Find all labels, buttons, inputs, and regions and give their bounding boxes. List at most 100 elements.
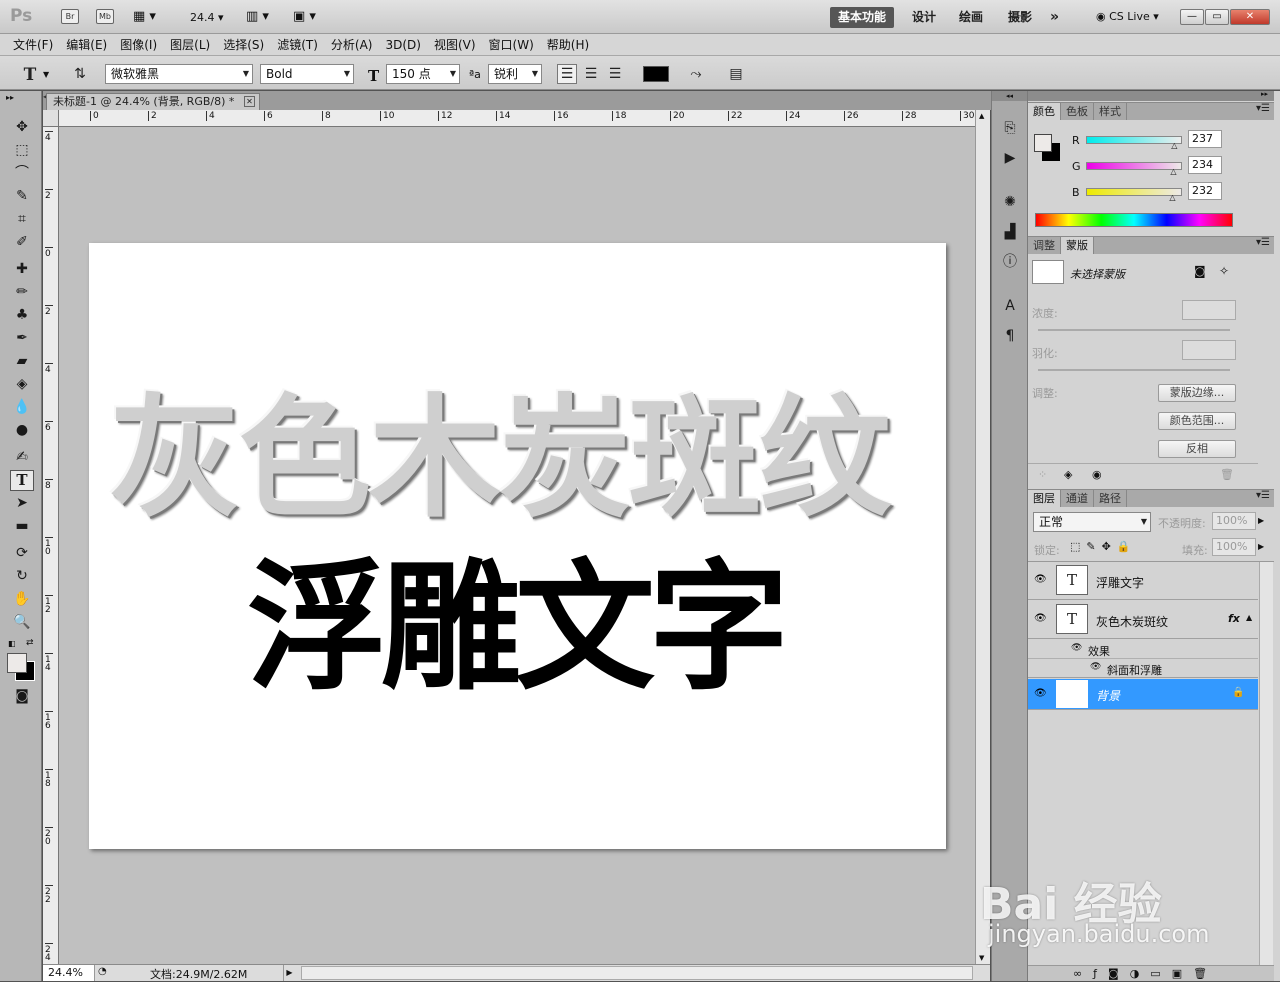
pasteboard[interactable]: 灰色木炭斑纹 浮雕文字	[59, 127, 975, 964]
document-canvas[interactable]: 灰色木炭斑纹 浮雕文字	[89, 243, 946, 849]
workspace-photography[interactable]: 摄影	[1000, 7, 1040, 28]
eyedropper-tool-icon[interactable]: ✐	[10, 232, 34, 253]
workspace-painting[interactable]: 绘画	[951, 7, 991, 28]
cs-live-button[interactable]: ◉ CS Live ▾	[1096, 10, 1159, 23]
horizontal-scrollbar[interactable]	[301, 966, 973, 980]
default-colors-icon[interactable]: ◧	[8, 639, 16, 648]
feather-slider[interactable]	[1038, 369, 1230, 371]
expand-effects-icon[interactable]: ▲	[1246, 613, 1252, 622]
mask-panel-menu-icon[interactable]: ▾☰	[1256, 237, 1270, 248]
hand-tool-icon[interactable]: ✋	[10, 589, 34, 610]
marquee-tool-icon[interactable]: ⬚	[10, 140, 34, 161]
fill-input[interactable]: 100%	[1212, 538, 1256, 556]
tab-masks[interactable]: 蒙版	[1061, 237, 1094, 254]
paint-bucket-tool-icon[interactable]: ◈	[10, 374, 34, 395]
layers-footer-icons[interactable]: ∞ƒ◙◑▭▣🗑	[1028, 965, 1274, 981]
tool-preset-picker[interactable]: T	[20, 64, 40, 85]
blur-tool-icon[interactable]: 💧	[10, 397, 34, 418]
pen-tool-icon[interactable]: ✍	[10, 447, 34, 468]
layer-name[interactable]: 背景	[1096, 687, 1120, 704]
layer-name[interactable]: 浮雕文字	[1096, 574, 1144, 591]
tab-adjustments[interactable]: 调整	[1028, 237, 1061, 254]
menu-layer[interactable]: 图层(L)	[170, 36, 210, 53]
toolbox-collapse-icon[interactable]: ▸▸	[6, 93, 14, 102]
opacity-input[interactable]: 100%	[1212, 512, 1256, 530]
eraser-tool-icon[interactable]: ▰	[10, 351, 34, 372]
g-slider[interactable]: △	[1086, 162, 1182, 176]
swap-colors-icon[interactable]: ⇄	[26, 638, 34, 648]
arrange-documents-icon[interactable]: ▥ ▾	[246, 9, 269, 24]
layers-panel-menu-icon[interactable]: ▾☰	[1256, 490, 1270, 501]
zoom-level[interactable]: 24.4 ▾	[190, 11, 224, 24]
clone-stamp-tool-icon[interactable]: ♣	[10, 305, 34, 326]
font-size-select[interactable]: 150 点	[386, 64, 460, 84]
menu-help[interactable]: 帮助(H)	[547, 36, 589, 53]
close-document-icon[interactable]: ✕	[244, 96, 255, 107]
status-zoom[interactable]: 24.4%	[43, 965, 95, 981]
g-value-input[interactable]: 234	[1188, 156, 1222, 174]
tab-channels[interactable]: 通道	[1061, 490, 1094, 507]
tab-styles[interactable]: 样式	[1094, 103, 1127, 120]
menu-view[interactable]: 视图(V)	[434, 36, 476, 53]
tab-paths[interactable]: 路径	[1094, 490, 1127, 507]
text-orientation-icon[interactable]: ⇅	[70, 64, 90, 84]
close-button[interactable]: ✕	[1230, 9, 1270, 25]
quick-mask-icon[interactable]: ◙	[10, 686, 34, 707]
opacity-slider-arrow-icon[interactable]: ▶	[1258, 516, 1264, 525]
tab-layers[interactable]: 图层	[1028, 490, 1061, 507]
path-selection-tool-icon[interactable]: ➤	[10, 493, 34, 514]
layer-effects-badge[interactable]: fx	[1228, 612, 1240, 625]
3d-orbit-tool-icon[interactable]: ↻	[10, 566, 34, 587]
workspace-design[interactable]: 设计	[904, 7, 944, 28]
mini-bridge-button[interactable]: Mb	[96, 9, 114, 24]
delete-mask-icon[interactable]: 🗑	[1220, 468, 1234, 481]
restore-button[interactable]: ▭	[1205, 9, 1229, 25]
view-extras-icon[interactable]: ▦ ▾	[133, 9, 156, 24]
effects-visibility-eye-icon[interactable]: 👁	[1071, 643, 1082, 653]
document-tab[interactable]: 未标题-1 @ 24.4% (背景, RGB/8) * ✕	[46, 93, 260, 110]
layers-scrollbar[interactable]	[1259, 562, 1273, 966]
panel-dock-header[interactable]: ▸▸	[1028, 90, 1274, 101]
shape-tool-icon[interactable]: ▬	[10, 516, 34, 537]
effect-visibility-eye-icon[interactable]: 👁	[1090, 662, 1101, 672]
workspace-essentials[interactable]: 基本功能	[830, 7, 895, 28]
effects-row[interactable]: 👁 效果	[1028, 640, 1258, 659]
g-slider-handle[interactable]: △	[1170, 167, 1176, 176]
ruler-origin[interactable]	[43, 110, 59, 127]
lasso-tool-icon[interactable]: ⌒	[10, 163, 34, 184]
density-input[interactable]	[1182, 300, 1236, 320]
scroll-up-icon[interactable]: ▲	[979, 112, 984, 120]
zoom-tool-icon[interactable]: 🔍	[10, 612, 34, 633]
add-vector-mask-icon[interactable]: ✧	[1219, 264, 1229, 278]
info-panel-icon[interactable]: ⓘ	[1000, 252, 1020, 272]
more-workspaces-button[interactable]: »	[1042, 7, 1067, 28]
menu-image[interactable]: 图像(I)	[120, 36, 157, 53]
layer-row[interactable]: 👁 T 浮雕文字	[1028, 562, 1258, 600]
r-slider-handle[interactable]: △	[1171, 141, 1177, 150]
menu-3d[interactable]: 3D(D)	[385, 38, 420, 52]
apply-mask-icon[interactable]: ◈	[1064, 468, 1072, 481]
blend-mode-select[interactable]: 正常	[1033, 512, 1151, 532]
bridge-button[interactable]: Br	[61, 9, 79, 24]
horizontal-ruler[interactable]: 0 2 4 6 8 10 12 14 16 18 20 22 24 26 28 30	[59, 110, 975, 127]
invert-button[interactable]: 反相	[1158, 440, 1236, 458]
feather-input[interactable]	[1182, 340, 1236, 360]
lock-icons[interactable]: ⬚✎✥🔒	[1070, 540, 1137, 553]
color-spectrum-bar[interactable]	[1035, 213, 1233, 227]
add-pixel-mask-icon[interactable]: ◙	[1194, 264, 1206, 278]
3d-rotate-tool-icon[interactable]: ⟳	[10, 543, 34, 564]
menu-window[interactable]: 窗口(W)	[489, 36, 534, 53]
b-value-input[interactable]: 232	[1188, 182, 1222, 200]
warp-text-icon[interactable]: ⤳	[686, 64, 706, 84]
navigator-panel-icon[interactable]: ✺	[1000, 192, 1020, 212]
minimize-button[interactable]: —	[1180, 9, 1204, 25]
align-right-icon[interactable]: ☰	[605, 64, 625, 84]
font-family-select[interactable]: 微软雅黑	[105, 64, 253, 84]
screen-mode-icon[interactable]: ▣ ▾	[293, 9, 316, 24]
dock-collapse-icon[interactable]: ◂◂	[992, 91, 1027, 101]
b-slider[interactable]: △	[1086, 188, 1182, 202]
align-left-icon[interactable]: ☰	[557, 64, 577, 84]
align-center-icon[interactable]: ☰	[581, 64, 601, 84]
color-panel-fg-swatch[interactable]	[1034, 134, 1052, 152]
character-panel-icon[interactable]: ▤	[726, 64, 746, 84]
